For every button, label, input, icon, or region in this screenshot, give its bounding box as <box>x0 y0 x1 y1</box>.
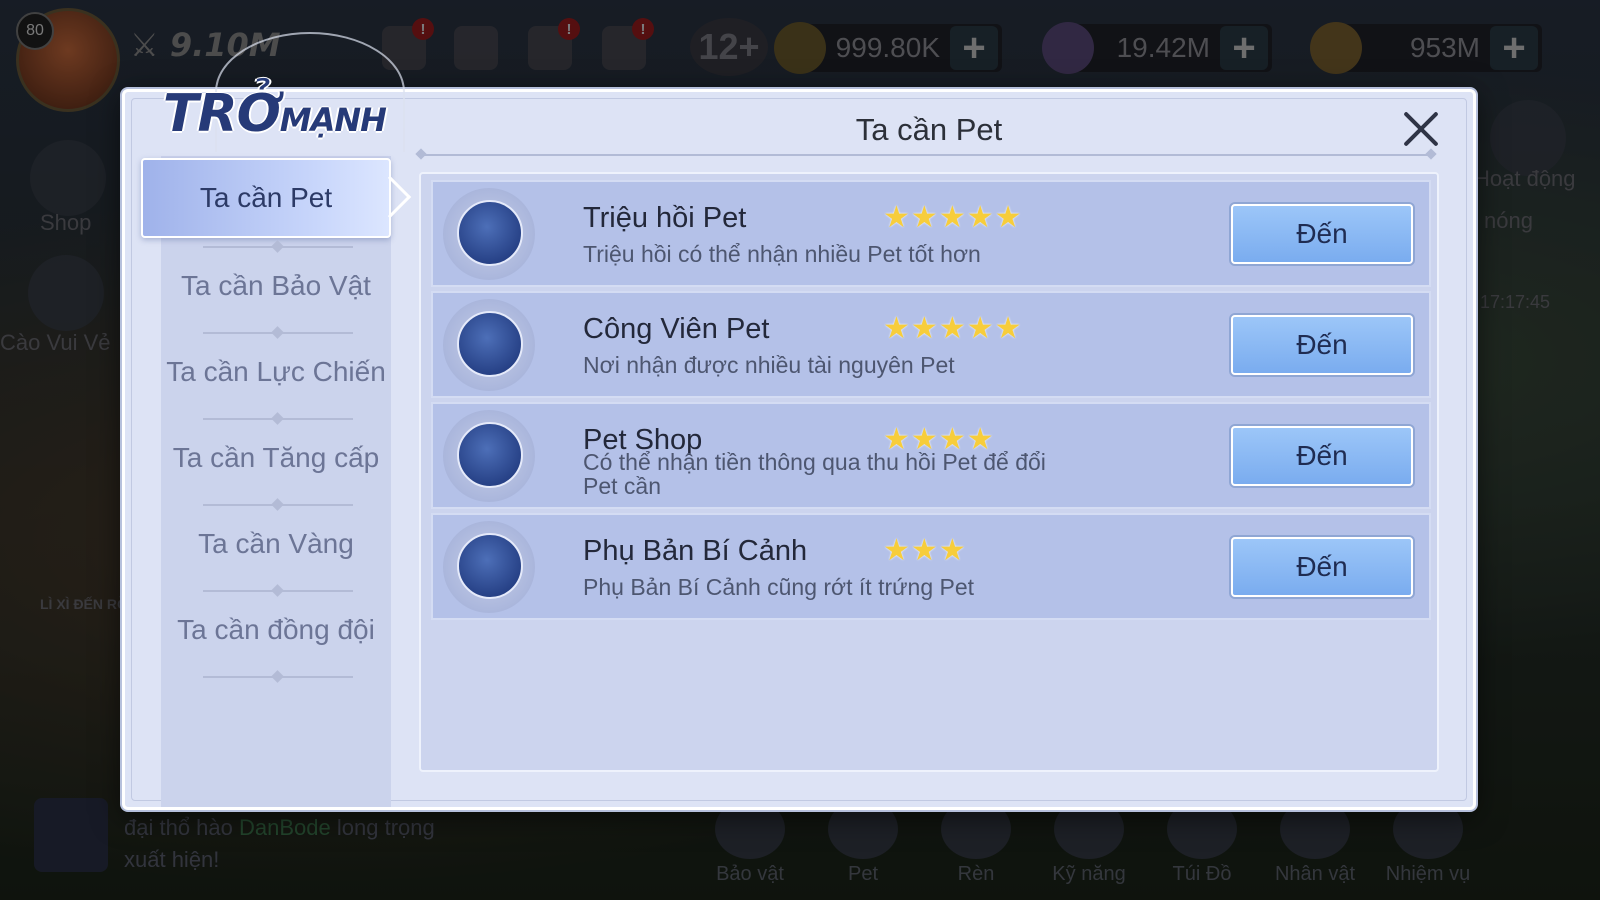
tab-label: Ta cần Pet <box>199 182 333 213</box>
item-description: Nơi nhận được nhiều tài nguyên Pet <box>583 352 955 378</box>
tab-ta-can-bao-vat[interactable]: Ta cần Bảo Vật <box>161 242 391 329</box>
tab-ta-can-tang-cap[interactable]: Ta cần Tăng cấp <box>161 414 391 501</box>
tab-ta-can-vang[interactable]: Ta cần Vàng <box>161 500 391 587</box>
pet-dragon-icon <box>443 299 535 391</box>
tab-ta-can-luc-chien[interactable]: Ta cần Lực Chiến <box>161 328 391 415</box>
tab-ta-can-dong-doi[interactable]: Ta cần đồng đội <box>161 586 391 673</box>
pet-dragon-emblem <box>457 533 523 599</box>
star-rating: ★ ★ ★ <box>883 535 966 567</box>
list-item: Phụ Bản Bí Cảnh ★ ★ ★ Phụ Bản Bí Cảnh cũng… <box>431 513 1431 620</box>
star-icon: ★ <box>994 201 1022 234</box>
tro-manh-logo: TRỞMẠNH <box>163 84 387 144</box>
go-button[interactable]: Đến <box>1231 204 1413 264</box>
list-item: Công Viên Pet ★ ★ ★ ★ ★ Nơi nhận được nhiều … <box>431 291 1431 398</box>
logo-word-big: TRỞ <box>163 84 281 144</box>
item-title: Phụ Bản Bí Cảnh <box>583 535 808 567</box>
star-icon: ★ <box>966 201 994 234</box>
star-icon: ★ <box>966 312 994 345</box>
close-icon[interactable] <box>1399 108 1443 152</box>
pet-dragon-icon <box>443 521 535 613</box>
star-rating: ★ ★ ★ ★ ★ <box>883 313 1022 345</box>
tab-label: Ta cần đồng đội <box>177 613 375 645</box>
item-title: Công Viên Pet <box>583 313 770 345</box>
title-divider <box>419 154 1433 156</box>
category-sidebar: Ta cần Pet Ta cần Bảo Vật Ta cần Lực Chi… <box>141 156 412 807</box>
star-icon: ★ <box>883 201 910 234</box>
go-button[interactable]: Đến <box>1231 537 1413 597</box>
star-rating: ★ ★ ★ ★ ★ <box>883 202 1022 234</box>
pet-dragon-emblem <box>457 422 523 488</box>
star-icon: ★ <box>938 201 966 234</box>
dialog-title: Ta cần Pet <box>855 112 1003 147</box>
tab-label: Ta cần Bảo Vật <box>181 269 371 301</box>
tab-arrow-icon <box>368 175 412 219</box>
item-description: Phụ Bản Bí Cảnh cũng rớt ít trứng Pet <box>583 574 975 600</box>
pet-dragon-emblem <box>457 200 523 266</box>
go-button[interactable]: Đến <box>1231 426 1413 486</box>
star-icon: ★ <box>994 312 1022 345</box>
tab-divider <box>203 676 353 678</box>
list-item: Pet Shop ★ ★ ★ ★ Có thể nhận tiền thông qua… <box>431 402 1431 509</box>
item-description: Triệu hồi có thể nhận nhiều Pet tốt hơn <box>583 241 981 267</box>
star-icon: ★ <box>938 534 966 567</box>
logo-word-small: MẠNH <box>279 101 387 139</box>
tab-label: Ta cần Tăng cấp <box>172 441 380 473</box>
star-icon: ★ <box>910 534 938 567</box>
item-description: Có thể nhận tiền thông qua thu hồi Pet đ… <box>583 449 1046 499</box>
star-icon: ★ <box>883 312 910 345</box>
tab-ta-can-pet[interactable]: Ta cần Pet <box>141 158 412 238</box>
item-title: Triệu hồi Pet <box>583 202 747 234</box>
star-icon: ★ <box>910 312 938 345</box>
list-item: Triệu hồi Pet ★ ★ ★ ★ ★ Triệu hồi có thể nhậ… <box>431 180 1431 287</box>
star-icon: ★ <box>938 312 966 345</box>
go-button[interactable]: Đến <box>1231 315 1413 375</box>
tab-label: Ta cần Lực Chiến <box>166 355 386 387</box>
tab-label: Ta cần Vàng <box>198 527 354 559</box>
star-icon: ★ <box>883 534 910 567</box>
star-icon: ★ <box>910 201 938 234</box>
source-list: Triệu hồi Pet ★ ★ ★ ★ ★ Triệu hồi có thể nhậ… <box>419 172 1439 772</box>
pet-dragon-icon <box>443 410 535 502</box>
pet-dragon-icon <box>443 188 535 280</box>
pet-dragon-emblem <box>457 311 523 377</box>
tro-manh-dialog: TRỞMẠNH Ta cần Pet Ta cần Pet Ta cần Bảo… <box>122 32 1476 810</box>
